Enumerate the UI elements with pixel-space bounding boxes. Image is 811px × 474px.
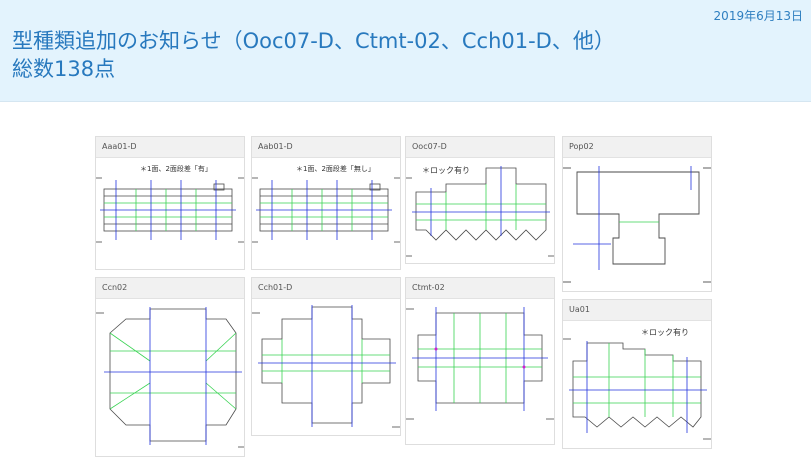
card-note: ＊ロック有り [641,327,689,337]
diecut-diagram-pop02 [563,166,711,283]
diecut-diagram-ccn02 [96,307,244,448]
card-note: ＊ロック有り [422,165,470,175]
card-note: ＊1面、2面段差「無し」 [296,164,375,173]
diecut-diagram-cch01-d [252,305,400,428]
card-label: Ua01 [563,300,711,321]
card-label: Ccn02 [96,278,244,299]
card-cch01-d[interactable]: Cch01-D [251,277,401,436]
card-ua01[interactable]: Ua01 ＊ロック有り [562,299,712,449]
diecut-diagram-ooc07-d: ＊ロック有り [406,165,554,257]
page-header: 2019年6月13日 型種類追加のお知らせ（Ooc07-D、Ctmt-02、Cc… [0,0,811,102]
card-label: Ctmt-02 [406,278,554,299]
diecut-diagram-aab01-d: ＊1面、2面段差「無し」 [252,164,400,243]
page-title: 型種類追加のお知らせ（Ooc07-D、Ctmt-02、Cch01-D、他） 総数… [12,29,615,81]
card-label: Aab01-D [252,137,400,158]
card-aab01-d[interactable]: Aab01-D ＊1面、2面段差「無し」 [251,136,401,270]
card-label: Pop02 [563,137,711,158]
diecut-diagram-aaa01-d: ＊1面、2面段差「有」 [96,164,244,243]
card-pop02[interactable]: Pop02 [562,136,712,292]
publish-date: 2019年6月13日 [713,9,803,23]
diecut-diagram-ua01: ＊ロック有り [563,327,711,440]
card-note: ＊1面、2面段差「有」 [140,164,212,173]
card-label: Cch01-D [252,278,400,299]
card-aaa01-d[interactable]: Aaa01-D ＊1面、2面段差「有」 [95,136,245,270]
card-ccn02[interactable]: Ccn02 [95,277,245,457]
card-ctmt-02[interactable]: Ctmt-02 [405,277,555,445]
diecut-diagram-ctmt-02 [406,307,554,420]
card-ooc07-d[interactable]: Ooc07-D ＊ロック有り [405,136,555,264]
card-label: Ooc07-D [406,137,554,158]
card-label: Aaa01-D [96,137,244,158]
